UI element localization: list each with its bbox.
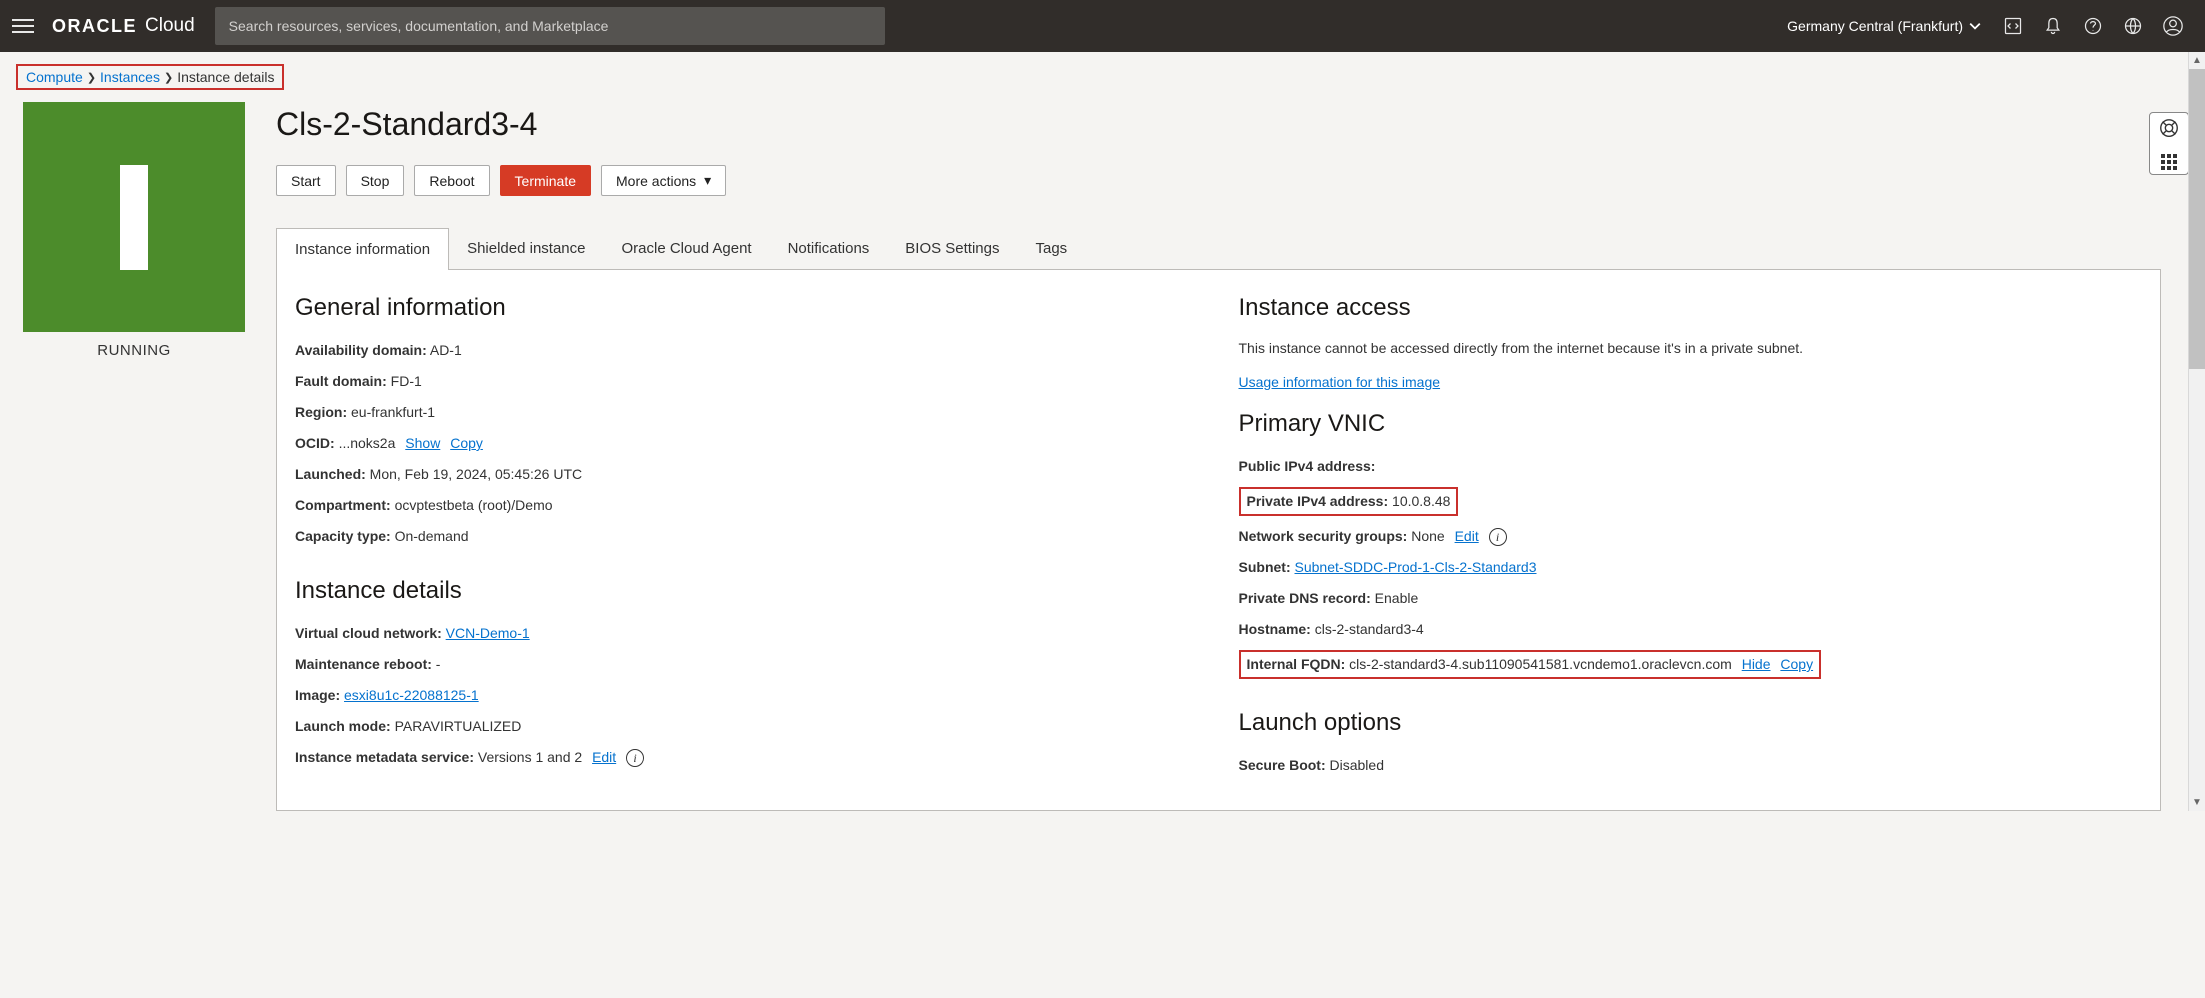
caret-down-icon: ▾ bbox=[704, 172, 711, 189]
launch-mode-value: PARAVIRTUALIZED bbox=[395, 718, 522, 734]
access-heading: Instance access bbox=[1239, 294, 2143, 322]
breadcrumb-compute[interactable]: Compute bbox=[26, 69, 83, 85]
status-text: RUNNING bbox=[16, 342, 252, 359]
ocid-show-link[interactable]: Show bbox=[405, 435, 440, 451]
ad-label: Availability domain: bbox=[295, 342, 427, 358]
instance-status-badge bbox=[23, 102, 245, 332]
nsg-label: Network security groups: bbox=[1239, 528, 1408, 544]
vcn-link[interactable]: VCN-Demo-1 bbox=[446, 625, 530, 641]
globe-icon[interactable] bbox=[2115, 8, 2151, 44]
ocid-label: OCID: bbox=[295, 435, 335, 451]
launched-value: Mon, Feb 19, 2024, 05:45:26 UTC bbox=[370, 466, 582, 482]
tab-panel: General information Availability domain:… bbox=[276, 270, 2161, 811]
dev-tools-icon[interactable] bbox=[1995, 8, 2031, 44]
compartment-value: ocvptestbeta (root)/Demo bbox=[395, 497, 553, 513]
image-label: Image: bbox=[295, 687, 340, 703]
nsg-value: None bbox=[1411, 528, 1444, 544]
grid-icon bbox=[2161, 154, 2177, 170]
secure-boot-value: Disabled bbox=[1330, 757, 1384, 773]
region-value: eu-frankfurt-1 bbox=[351, 404, 435, 420]
top-header: ORACLE Cloud Germany Central (Frankfurt) bbox=[0, 0, 2205, 52]
breadcrumb-instances[interactable]: Instances bbox=[100, 69, 160, 85]
tab-row: Instance information Shielded instance O… bbox=[276, 228, 2161, 270]
hostname-label: Hostname: bbox=[1239, 621, 1311, 637]
stop-button[interactable]: Stop bbox=[346, 165, 405, 196]
hostname-value: cls-2-standard3-4 bbox=[1315, 621, 1424, 637]
tab-bios[interactable]: BIOS Settings bbox=[887, 228, 1017, 269]
region-selector[interactable]: Germany Central (Frankfurt) bbox=[1787, 18, 1981, 34]
chevron-right-icon: ❯ bbox=[164, 71, 173, 84]
fqdn-hide-link[interactable]: Hide bbox=[1742, 656, 1771, 672]
subnet-label: Subnet: bbox=[1239, 559, 1291, 575]
priv-ip-label: Private IPv4 address: bbox=[1247, 493, 1389, 509]
help-icon[interactable] bbox=[2075, 8, 2111, 44]
tab-shielded[interactable]: Shielded instance bbox=[449, 228, 603, 269]
menu-icon[interactable] bbox=[12, 15, 34, 37]
launched-label: Launched: bbox=[295, 466, 366, 482]
brand-logo[interactable]: ORACLE Cloud bbox=[52, 15, 195, 37]
meta-value: Versions 1 and 2 bbox=[478, 749, 582, 765]
action-bar: Start Stop Reboot Terminate More actions… bbox=[276, 165, 2161, 196]
breadcrumb: Compute ❯ Instances ❯ Instance details bbox=[16, 64, 284, 90]
ocid-value: ...noks2a bbox=[339, 435, 396, 451]
fd-value: FD-1 bbox=[391, 373, 422, 389]
secure-boot-label: Secure Boot: bbox=[1239, 757, 1326, 773]
chevron-right-icon: ❯ bbox=[87, 71, 96, 84]
tab-tags[interactable]: Tags bbox=[1018, 228, 1086, 269]
lifebuoy-icon bbox=[2150, 117, 2188, 145]
reboot-button[interactable]: Reboot bbox=[414, 165, 489, 196]
meta-edit-link[interactable]: Edit bbox=[592, 749, 616, 765]
subnet-link[interactable]: Subnet-SDDC-Prod-1-Cls-2-Standard3 bbox=[1295, 559, 1537, 575]
fqdn-copy-link[interactable]: Copy bbox=[1780, 656, 1813, 672]
maint-label: Maintenance reboot: bbox=[295, 656, 432, 672]
help-widget[interactable] bbox=[2149, 112, 2189, 175]
info-icon[interactable]: i bbox=[1489, 528, 1507, 546]
content-area: Compute ❯ Instances ❯ Instance details R… bbox=[0, 52, 2205, 811]
vnic-heading: Primary VNIC bbox=[1239, 410, 2143, 438]
general-heading: General information bbox=[295, 294, 1199, 322]
launch-options-heading: Launch options bbox=[1239, 709, 2143, 737]
nsg-edit-link[interactable]: Edit bbox=[1455, 528, 1479, 544]
start-button[interactable]: Start bbox=[276, 165, 336, 196]
fqdn-value: cls-2-standard3-4.sub11090541581.vcndemo… bbox=[1349, 656, 1732, 672]
access-desc: This instance cannot be accessed directl… bbox=[1239, 340, 2143, 356]
maint-value: - bbox=[436, 656, 441, 672]
info-icon[interactable]: i bbox=[626, 749, 644, 767]
tab-instance-info[interactable]: Instance information bbox=[276, 228, 449, 270]
vertical-scrollbar[interactable]: ▲ ▼ bbox=[2188, 52, 2205, 811]
notifications-icon[interactable] bbox=[2035, 8, 2071, 44]
image-link[interactable]: esxi8u1c-22088125-1 bbox=[344, 687, 479, 703]
priv-ip-value: 10.0.8.48 bbox=[1392, 493, 1450, 509]
tab-notifications[interactable]: Notifications bbox=[770, 228, 888, 269]
region-label: Region: bbox=[295, 404, 347, 420]
scroll-up-icon[interactable]: ▲ bbox=[2189, 52, 2205, 69]
meta-label: Instance metadata service: bbox=[295, 749, 474, 765]
more-actions-button[interactable]: More actions ▾ bbox=[601, 165, 726, 196]
compartment-label: Compartment: bbox=[295, 497, 391, 513]
ad-value: AD-1 bbox=[430, 342, 462, 358]
launch-mode-label: Launch mode: bbox=[295, 718, 391, 734]
scroll-down-icon[interactable]: ▼ bbox=[2189, 794, 2205, 811]
search-input[interactable] bbox=[215, 7, 885, 45]
dns-value: Enable bbox=[1375, 590, 1419, 606]
terminate-button[interactable]: Terminate bbox=[500, 165, 591, 196]
tab-agent[interactable]: Oracle Cloud Agent bbox=[604, 228, 770, 269]
capacity-label: Capacity type: bbox=[295, 528, 391, 544]
details-heading: Instance details bbox=[295, 577, 1199, 605]
dns-label: Private DNS record: bbox=[1239, 590, 1371, 606]
fd-label: Fault domain: bbox=[295, 373, 387, 389]
fqdn-label: Internal FQDN: bbox=[1247, 656, 1346, 672]
pub-ip-label: Public IPv4 address: bbox=[1239, 458, 1376, 474]
breadcrumb-current: Instance details bbox=[177, 69, 274, 85]
ocid-copy-link[interactable]: Copy bbox=[450, 435, 483, 451]
capacity-value: On-demand bbox=[395, 528, 469, 544]
page-title: Cls-2-Standard3-4 bbox=[276, 106, 2161, 143]
usage-link[interactable]: Usage information for this image bbox=[1239, 374, 1441, 390]
scroll-thumb[interactable] bbox=[2189, 69, 2205, 369]
profile-icon[interactable] bbox=[2155, 8, 2191, 44]
vcn-label: Virtual cloud network: bbox=[295, 625, 442, 641]
